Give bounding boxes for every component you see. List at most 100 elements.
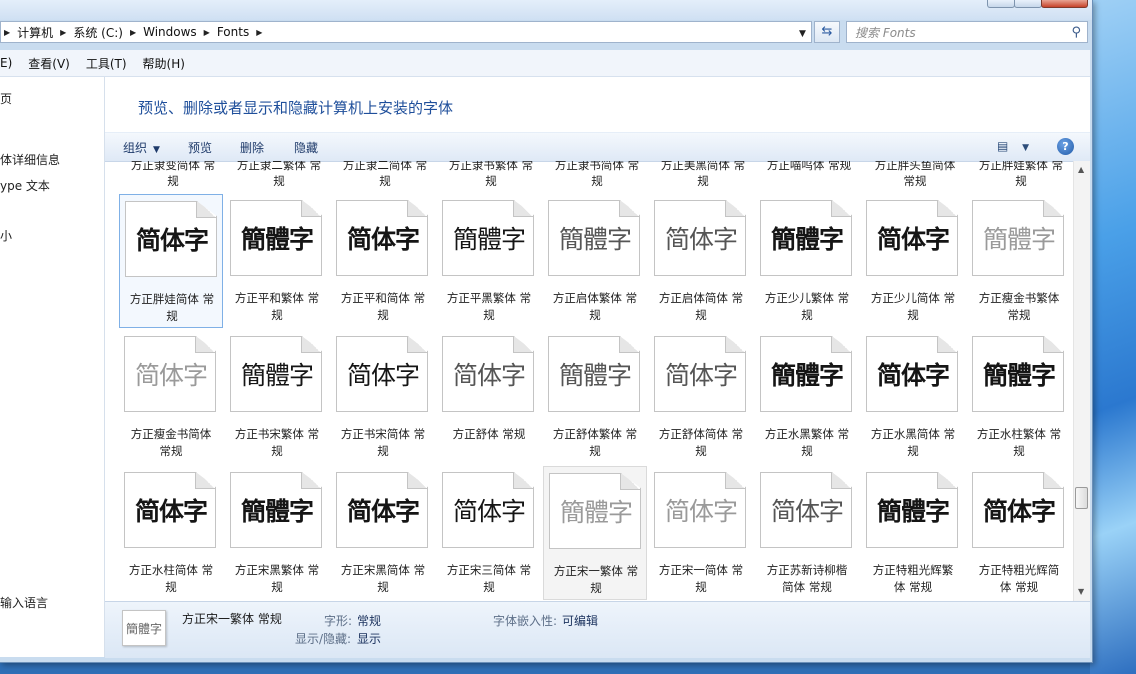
breadcrumb-computer[interactable]: 计算机 ▶ bbox=[17, 24, 73, 41]
font-item[interactable]: 简体字 方正瘦金书简体 常规 bbox=[119, 330, 223, 464]
search-box[interactable]: ⚲ bbox=[846, 21, 1088, 43]
chevron-right-icon[interactable]: ▶ bbox=[130, 28, 136, 37]
font-name-line: 常规 bbox=[1007, 308, 1031, 322]
font-item-partial[interactable]: 方正胖头鱼简体 常规 bbox=[865, 161, 965, 189]
font-file-icon: 简体字 bbox=[336, 336, 428, 412]
font-preview-thumbnail: 簡體字 bbox=[122, 610, 166, 646]
scroll-down-icon[interactable]: ▼ bbox=[1078, 587, 1084, 596]
font-item-partial[interactable]: 方正隶变简体 常规 bbox=[123, 161, 223, 189]
delete-button[interactable]: 删除 bbox=[240, 139, 264, 156]
font-name-line: 方正隶二繁体 常 bbox=[236, 161, 322, 172]
font-name: 方正舒体简体 常规 bbox=[649, 426, 753, 460]
font-item[interactable]: 簡體字 方正少儿繁体 常规 bbox=[755, 194, 859, 328]
font-item[interactable]: 簡體字 方正水柱繁体 常规 bbox=[967, 330, 1071, 464]
nav-item-size[interactable]: 小 bbox=[0, 227, 12, 244]
vertical-scrollbar[interactable]: ▲ ▼ bbox=[1073, 161, 1090, 601]
font-name: 方正水黑繁体 常规 bbox=[755, 426, 859, 460]
breadcrumb-fonts[interactable]: Fonts ▶ bbox=[217, 25, 270, 39]
font-item-partial[interactable]: 方正美黑简体 常规 bbox=[653, 161, 753, 189]
minimize-button[interactable] bbox=[987, 0, 1015, 8]
font-item[interactable]: 簡體字 方正平黑繁体 常规 bbox=[437, 194, 541, 328]
menu-help[interactable]: 帮助(H) bbox=[143, 55, 185, 72]
refresh-button[interactable]: ⇆ bbox=[814, 21, 840, 43]
font-file-icon: 简体字 bbox=[442, 472, 534, 548]
nav-item-home[interactable]: 页 bbox=[0, 90, 12, 107]
font-name-line: 方正美黑简体 常 bbox=[660, 161, 746, 172]
font-file-icon: 简体字 bbox=[442, 336, 534, 412]
font-item[interactable]: 簡體字 方正舒体繁体 常规 bbox=[543, 330, 647, 464]
menu-tools[interactable]: 工具(T) bbox=[86, 55, 127, 72]
maximize-button[interactable] bbox=[1014, 0, 1042, 8]
font-file-icon: 简体字 bbox=[866, 200, 958, 276]
font-item[interactable]: 简体字 方正水柱简体 常规 bbox=[119, 466, 223, 600]
font-item-partial[interactable]: 方正胖娃繁体 常规 bbox=[971, 161, 1071, 189]
font-item[interactable]: 简体字 方正宋一简体 常规 bbox=[649, 466, 753, 600]
details-pane: 簡體字 方正宋一繁体 常规 字形: 常规 显示/隐藏: 显示 字体嵌入性: 可编… bbox=[105, 601, 1090, 658]
font-item[interactable]: 简体字方正舒体 常规 bbox=[437, 330, 541, 464]
font-item[interactable]: 简体字 方正平和简体 常规 bbox=[331, 194, 435, 328]
font-file-icon: 简体字 bbox=[124, 336, 216, 412]
font-item[interactable]: 簡體字 方正平和繁体 常规 bbox=[225, 194, 329, 328]
font-file-icon: 簡體字 bbox=[442, 200, 534, 276]
font-name-line: 规 bbox=[377, 444, 389, 458]
font-item[interactable]: 简体字 方正启体简体 常规 bbox=[649, 194, 753, 328]
chevron-right-icon[interactable]: ▶ bbox=[204, 28, 210, 37]
font-item[interactable]: 簡體字 方正特粗光辉繁体 常规 bbox=[861, 466, 965, 600]
search-icon[interactable]: ⚲ bbox=[1071, 25, 1081, 40]
nav-item-type-text[interactable]: ype 文本 bbox=[0, 177, 50, 194]
font-file-icon: 簡體字 bbox=[760, 200, 852, 276]
search-input[interactable] bbox=[853, 23, 1067, 43]
font-name-line: 方正舒体 常规 bbox=[452, 427, 526, 441]
close-button[interactable] bbox=[1041, 0, 1088, 8]
menu-edit[interactable]: E) bbox=[0, 56, 12, 70]
font-sample-text: 简体字 bbox=[135, 226, 209, 255]
font-name-line: 规 bbox=[907, 444, 919, 458]
font-item[interactable]: 簡體字 方正启体繁体 常规 bbox=[543, 194, 647, 328]
visibility-label: 显示/隐藏: bbox=[295, 632, 352, 646]
font-item[interactable]: 簡體字 方正书宋繁体 常规 bbox=[225, 330, 329, 464]
menu-view[interactable]: 查看(V) bbox=[28, 55, 70, 72]
chevron-down-icon[interactable]: ▼ bbox=[799, 29, 806, 39]
font-file-icon: 簡體字 bbox=[866, 472, 958, 548]
nav-item-input-language[interactable]: 输入语言 bbox=[0, 594, 48, 611]
font-item[interactable]: 简体字 方正宋三简体 常规 bbox=[437, 466, 541, 600]
font-item[interactable]: 简体字 方正舒体简体 常规 bbox=[649, 330, 753, 464]
font-item[interactable]: 簡體字 方正瘦金书繁体 常规 bbox=[967, 194, 1071, 328]
scroll-up-icon[interactable]: ▲ bbox=[1078, 165, 1084, 174]
font-item[interactable]: 简体字 方正书宋简体 常规 bbox=[331, 330, 435, 464]
preview-button[interactable]: 预览 bbox=[188, 139, 212, 156]
hide-button[interactable]: 隐藏 bbox=[294, 139, 318, 156]
font-sample-text: 簡體字 bbox=[876, 497, 950, 526]
scroll-thumb[interactable] bbox=[1075, 487, 1088, 509]
chevron-right-icon[interactable]: ▶ bbox=[60, 28, 66, 37]
font-item[interactable]: 简体字 方正少儿简体 常规 bbox=[861, 194, 965, 328]
font-item[interactable]: 简体字 方正苏新诗柳楷 简体 常规 bbox=[755, 466, 859, 600]
chevron-right-icon[interactable]: ▶ bbox=[256, 28, 262, 37]
font-item-partial[interactable]: 方正喵呜体 常规 bbox=[759, 161, 859, 173]
font-item-partial[interactable]: 方正隶书简体 常规 bbox=[547, 161, 647, 189]
refresh-icon: ⇆ bbox=[821, 24, 833, 39]
address-bar[interactable]: ▶ 计算机 ▶ 系统 (C:) ▶ Windows ▶ Fonts ▶ ▼ bbox=[0, 21, 812, 43]
desktop-wallpaper bbox=[1090, 0, 1136, 674]
nav-item-font-details[interactable]: 体详细信息 bbox=[0, 151, 60, 168]
change-view-button[interactable]: ▤ ▼ bbox=[997, 139, 1029, 153]
font-item-partial[interactable]: 方正隶书繁体 常规 bbox=[441, 161, 541, 189]
help-button[interactable]: ? bbox=[1057, 138, 1074, 155]
font-item[interactable]: 简体字 方正宋黑简体 常规 bbox=[331, 466, 435, 600]
font-item[interactable]: 简体字 方正胖娃简体 常规 bbox=[119, 194, 223, 328]
font-name-line: 规 bbox=[801, 308, 813, 322]
font-item[interactable]: 简体字 方正特粗光辉简体 常规 bbox=[967, 466, 1071, 600]
breadcrumb-windows[interactable]: Windows ▶ bbox=[143, 25, 217, 39]
font-item[interactable]: 简体字 方正水黑简体 常规 bbox=[861, 330, 965, 464]
font-item[interactable]: 簡體字 方正宋一繁体 常规 bbox=[543, 466, 647, 600]
font-sample-text: 簡體字 bbox=[982, 225, 1056, 254]
font-name-line: 方正隶书简体 常 bbox=[554, 161, 640, 172]
font-file-icon: 简体字 bbox=[124, 472, 216, 548]
font-item[interactable]: 簡體字 方正宋黑繁体 常规 bbox=[225, 466, 329, 600]
font-item[interactable]: 簡體字 方正水黑繁体 常规 bbox=[755, 330, 859, 464]
breadcrumb-system-c[interactable]: 系统 (C:) ▶ bbox=[73, 24, 143, 41]
font-item-partial[interactable]: 方正隶二繁体 常规 bbox=[229, 161, 329, 189]
breadcrumb-root-arrow[interactable]: ▶ bbox=[1, 28, 17, 37]
organize-button[interactable]: 组织 ▼ bbox=[123, 139, 160, 156]
font-item-partial[interactable]: 方正隶二简体 常规 bbox=[335, 161, 435, 189]
